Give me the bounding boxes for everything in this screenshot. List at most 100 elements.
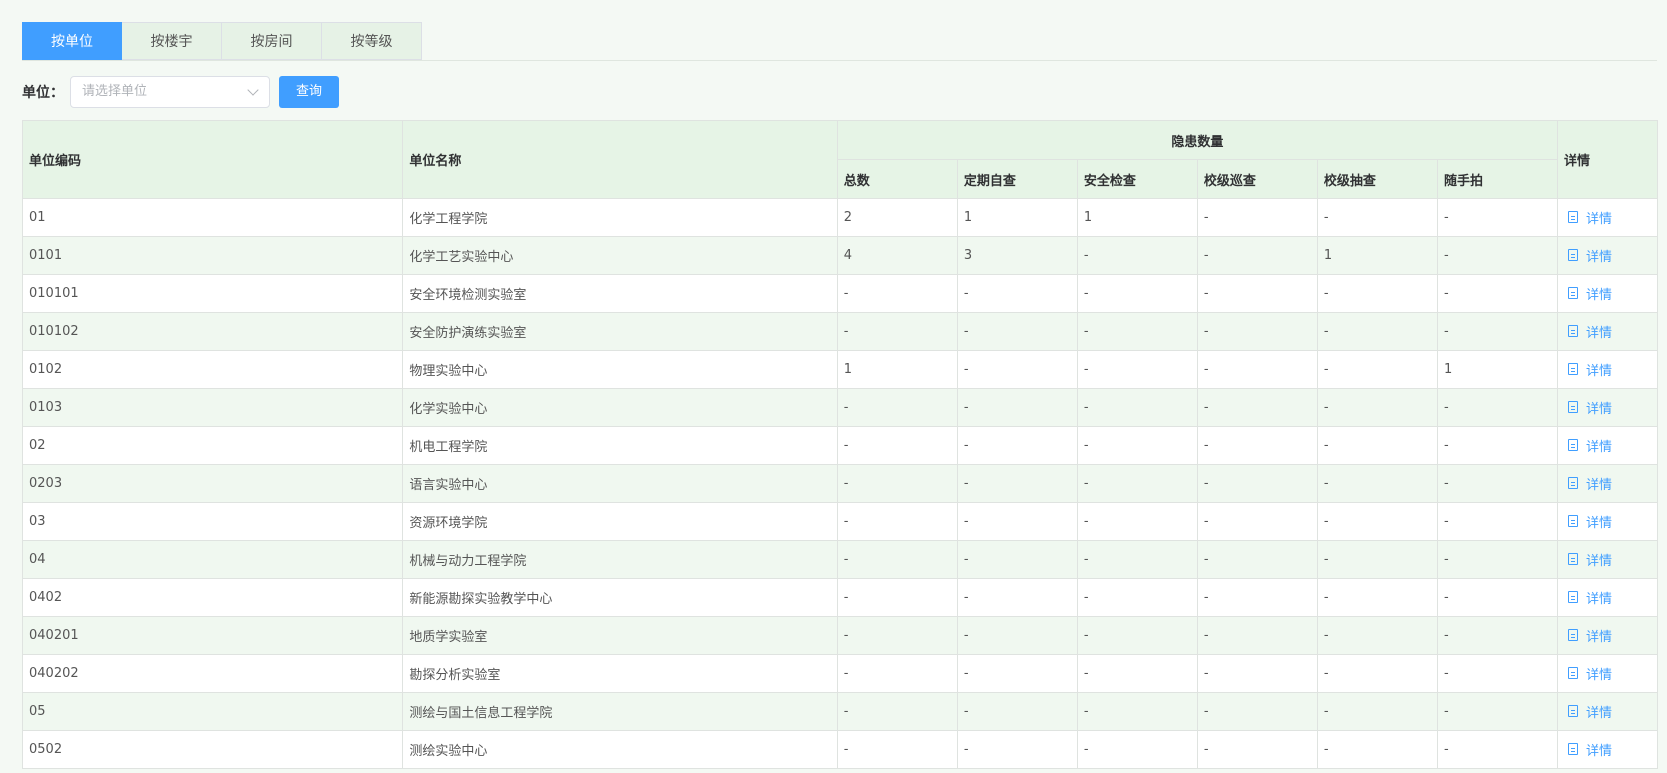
cell-periodic: - [956,616,1078,655]
detail-link[interactable]: 详情 [1564,702,1612,721]
cell-safety: - [1076,540,1198,579]
detail-label: 详情 [1586,515,1613,531]
detail-label: 详情 [1586,553,1613,569]
detail-link[interactable]: 详情 [1564,588,1612,607]
detail-label: 详情 [1586,591,1613,607]
cell-spot: - [1316,388,1438,427]
cell-snapshot: - [1436,730,1559,769]
detail-link[interactable]: 详情 [1564,740,1612,759]
cell-detail: 详情 [1557,616,1658,655]
cell-patrol: - [1196,502,1318,541]
document-icon [1568,743,1579,756]
cell-detail: 详情 [1557,654,1658,693]
cell-spot: - [1316,654,1438,693]
table-row: 0103 化学实验中心 - - - - - - 详情 [21,388,1658,427]
query-button[interactable]: 查询 [279,76,339,108]
cell-safety: - [1076,350,1198,389]
document-icon [1568,211,1579,224]
cell-detail: 详情 [1557,198,1658,237]
detail-label: 详情 [1586,211,1613,227]
detail-link[interactable]: 详情 [1564,398,1612,417]
cell-patrol: - [1196,692,1318,731]
cell-snapshot: - [1436,464,1559,503]
detail-link[interactable]: 详情 [1564,550,1612,569]
cell-total: - [836,464,958,503]
tab-by-building[interactable]: 按楼宇 [122,22,222,60]
cell-snapshot: - [1436,236,1559,275]
document-icon [1568,705,1579,718]
header-snapshot: 随手拍 [1436,159,1559,199]
detail-label: 详情 [1586,325,1613,341]
document-icon [1568,515,1579,528]
filter-bar: 单位： 请选择单位 查询 [22,76,339,108]
detail-link[interactable]: 详情 [1564,474,1612,493]
cell-periodic: - [956,464,1078,503]
detail-link[interactable]: 详情 [1564,208,1612,227]
cell-safety: - [1076,312,1198,351]
cell-spot: - [1316,692,1438,731]
detail-link[interactable]: 详情 [1564,322,1612,341]
cell-total: 4 [836,236,958,275]
table-body: 01 化学工程学院 2 1 1- - - 详情 0101 化学工艺实验中心 4 3- -1- 详情 0101… [21,198,1658,769]
cell-patrol: - [1196,198,1318,237]
detail-label: 详情 [1586,705,1613,721]
unit-filter-label: 单位： [22,85,64,101]
cell-safety: - [1076,464,1198,503]
cell-patrol: - [1196,654,1318,693]
cell-total: - [836,502,958,541]
cell-periodic: - [956,654,1078,693]
cell-periodic: - [956,388,1078,427]
detail-label: 详情 [1586,667,1613,683]
detail-link[interactable]: 详情 [1564,284,1612,303]
cell-safety: - [1076,502,1198,541]
detail-label: 详情 [1586,287,1613,303]
cell-patrol: - [1196,388,1318,427]
cell-spot: - [1316,426,1438,465]
hazard-table: 单位编码 单位名称 隐患数量 详情 总数 定期自查 安全检查 校级巡查 校级抽查… [21,120,1658,769]
header-periodic-self-check: 定期自查 [956,159,1078,199]
cell-total: - [836,312,958,351]
cell-patrol: - [1196,274,1318,313]
tab-by-level[interactable]: 按等级 [322,22,422,60]
cell-total: 2 [836,198,958,237]
detail-label: 详情 [1586,363,1613,379]
detail-label: 详情 [1586,743,1613,759]
cell-unit-code: 040201 [21,616,404,655]
cell-snapshot: - [1436,616,1559,655]
cell-total: - [836,730,958,769]
detail-link[interactable]: 详情 [1564,664,1612,683]
detail-link[interactable]: 详情 [1564,512,1612,531]
detail-label: 详情 [1586,249,1613,265]
header-unit-code: 单位编码 [21,120,404,199]
cell-unit-code: 0103 [21,388,404,427]
cell-unit-code: 010101 [21,274,404,313]
cell-total: - [836,274,958,313]
detail-link[interactable]: 详情 [1564,246,1612,265]
unit-select[interactable]: 请选择单位 [70,76,270,108]
cell-total: - [836,426,958,465]
cell-safety: - [1076,274,1198,313]
cell-periodic: - [956,540,1078,579]
table-row: 01 化学工程学院 2 1 1- - - 详情 [21,198,1658,237]
cell-safety: 1 [1076,198,1198,237]
tab-by-room[interactable]: 按房间 [222,22,322,60]
table-row: 040202 勘探分析实验室 - - - - - - 详情 [21,654,1658,693]
cell-detail: 详情 [1557,350,1658,389]
cell-unit-code: 0402 [21,578,404,617]
cell-unit-name: 测绘实验中心 [402,730,838,769]
cell-unit-code: 0502 [21,730,404,769]
table-row: 0203 语言实验中心 - - - - - - 详情 [21,464,1658,503]
cell-snapshot: - [1436,426,1559,465]
cell-patrol: - [1196,426,1318,465]
tab-by-unit[interactable]: 按单位 [22,22,122,60]
cell-safety: - [1076,654,1198,693]
cell-safety: - [1076,236,1198,275]
cell-unit-name: 安全环境检测实验室 [402,274,838,313]
table-row: 0402 新能源勘探实验教学中心 - - - - - - 详情 [21,578,1658,617]
detail-link[interactable]: 详情 [1564,360,1612,379]
cell-periodic: - [956,502,1078,541]
cell-unit-name: 化学工艺实验中心 [402,236,838,275]
cell-safety: - [1076,426,1198,465]
detail-link[interactable]: 详情 [1564,436,1612,455]
detail-link[interactable]: 详情 [1564,626,1612,645]
